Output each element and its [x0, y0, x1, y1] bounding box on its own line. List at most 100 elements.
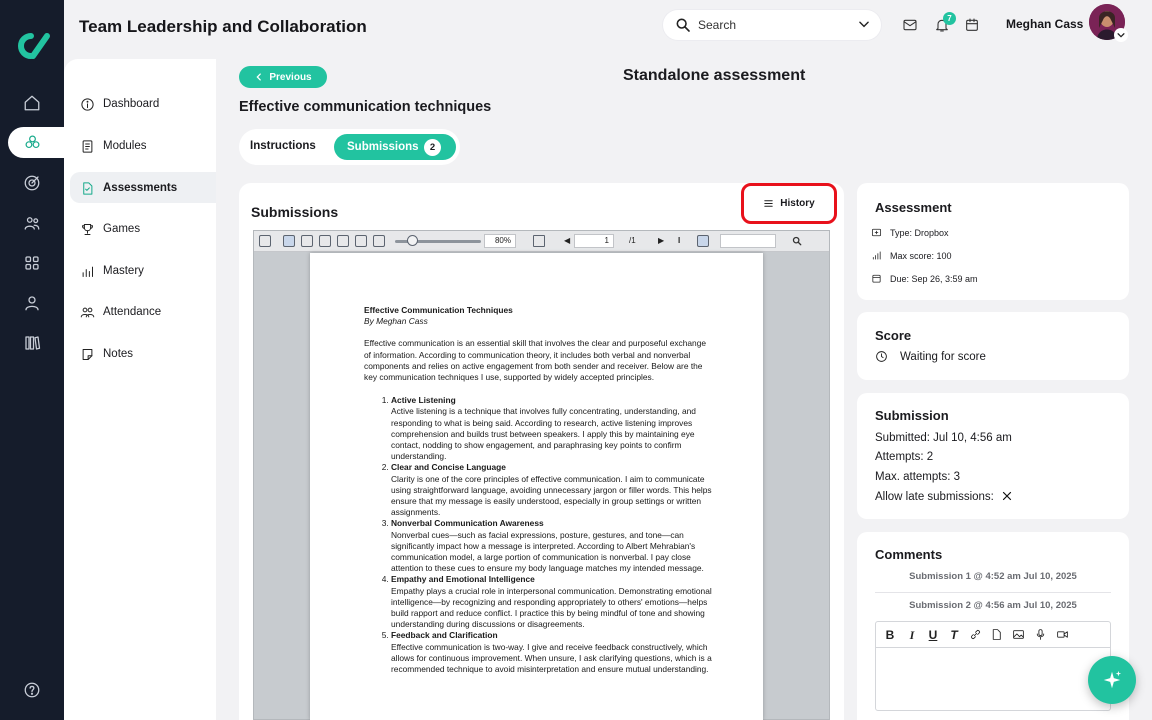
bar-chart-icon [82, 266, 93, 277]
sidebar-item-mastery[interactable]: Mastery [80, 259, 230, 283]
fit-page-icon[interactable] [355, 235, 367, 247]
sidebar-item-label: Assessments [103, 182, 178, 194]
document-intro: Effective communication is an essential … [364, 338, 707, 383]
two-page-icon[interactable] [301, 235, 313, 247]
viewer-search-icon[interactable] [792, 236, 802, 246]
score-status: Waiting for score [875, 350, 986, 363]
prev-page-icon[interactable]: ◀ [564, 236, 570, 245]
submissions-count-badge: 2 [424, 139, 441, 156]
print-icon[interactable] [259, 235, 271, 247]
link-icon[interactable] [968, 628, 982, 642]
score-card: Score Waiting for score [857, 312, 1129, 380]
previous-button[interactable]: Previous [239, 66, 327, 88]
profile-icon[interactable] [20, 291, 44, 315]
score-card-title: Score [875, 328, 912, 343]
underline-icon[interactable]: U [926, 628, 940, 642]
history-label: History [780, 198, 815, 209]
tab-submissions-label: Submissions [347, 141, 419, 153]
assessment-card-title: Assessment [875, 200, 952, 215]
document-title: Effective Communication Techniques [364, 305, 513, 315]
comments-card-title: Comments [875, 547, 943, 562]
sparkle-icon [1103, 670, 1122, 689]
submission-card: Submission Submitted: Jul 10, 4:56 am At… [857, 393, 1129, 519]
page-total: /1 [629, 236, 636, 245]
fit-width-icon[interactable] [337, 235, 349, 247]
calendar-icon[interactable] [964, 17, 980, 33]
video-icon[interactable] [1055, 628, 1069, 642]
hand-tool-icon[interactable] [697, 235, 709, 247]
attempts: Attempts: 2 [875, 451, 934, 463]
clock-icon [876, 351, 887, 362]
sidebar-item-modules[interactable]: Modules [80, 134, 230, 158]
grid-icon[interactable] [20, 251, 44, 275]
user-name[interactable]: Meghan Cass [1006, 17, 1083, 31]
sidebar-item-games[interactable]: Games [80, 217, 230, 241]
ai-assistant-button[interactable] [1088, 656, 1136, 704]
max-attempts: Max. attempts: 3 [875, 471, 961, 483]
assessment-card: Assessment Type: Dropbox Max score: 100 … [857, 183, 1129, 300]
single-page-icon[interactable] [283, 235, 295, 247]
bold-icon[interactable]: B [883, 628, 897, 642]
help-icon[interactable] [20, 678, 44, 702]
tab-submissions[interactable]: Submissions 2 [334, 134, 456, 160]
app-logo[interactable] [11, 30, 53, 62]
technique-list: Active ListeningActive listening is a te… [364, 395, 714, 675]
list-item: Clear and Concise LanguageClarity is one… [391, 462, 714, 518]
next-page-icon[interactable]: ▶ [658, 236, 664, 245]
viewer-search-input[interactable] [720, 234, 776, 248]
submitted-date: Submitted: Jul 10, 4:56 am [875, 432, 1012, 444]
people-icon [80, 307, 95, 317]
page-number-input[interactable]: 1 [574, 234, 614, 248]
comment-submission-1[interactable]: Submission 1 @ 4:52 am Jul 10, 2025 [857, 571, 1129, 582]
account-chevron-icon[interactable] [1114, 28, 1128, 42]
app-rail [0, 0, 66, 720]
document-icon [83, 181, 93, 195]
microphone-icon[interactable] [1033, 628, 1047, 642]
italic-icon[interactable]: I [905, 628, 919, 642]
submissions-heading: Submissions [251, 204, 339, 220]
courses-icon [25, 135, 40, 149]
thumbnails-icon[interactable] [319, 235, 331, 247]
comments-card: Comments Submission 1 @ 4:52 am Jul 10, … [857, 532, 1129, 720]
download-icon[interactable] [373, 235, 385, 247]
library-icon[interactable] [20, 331, 44, 355]
target-icon[interactable] [20, 171, 44, 195]
image-icon[interactable] [1011, 628, 1025, 642]
info-circle-icon [81, 97, 94, 111]
tab-instructions[interactable]: Instructions [250, 140, 316, 152]
assessment-due: Due: Sep 26, 3:59 am [871, 273, 978, 284]
document-content: Effective Communication Techniques By Me… [364, 305, 714, 675]
text-select-icon[interactable]: I [678, 236, 680, 245]
dropbox-icon [871, 228, 882, 237]
menu-icon [764, 200, 773, 207]
course-sidebar [64, 59, 216, 720]
submission-card-title: Submission [875, 408, 949, 423]
chevron-down-icon[interactable] [857, 17, 871, 31]
comment-submission-2[interactable]: Submission 2 @ 4:56 am Jul 10, 2025 [857, 600, 1129, 611]
zoom-slider-handle[interactable] [407, 235, 418, 246]
sidebar-item-label: Modules [103, 140, 147, 152]
divider [875, 592, 1111, 593]
file-icon[interactable] [989, 628, 1003, 642]
sidebar-item-attendance[interactable]: Attendance [80, 300, 230, 324]
previous-label: Previous [269, 71, 312, 83]
history-button[interactable]: History [741, 183, 837, 224]
home-icon[interactable] [20, 91, 44, 115]
zoom-level[interactable]: 80% [484, 234, 516, 248]
search-box[interactable]: Search [663, 10, 881, 40]
sidebar-item-notes[interactable]: Notes [80, 342, 230, 366]
viewer-toolbar: 80% ◀ 1 /1 ▶ I [254, 231, 829, 252]
sidebar-item-assessments[interactable]: Assessments [80, 176, 230, 200]
list-item: Empathy and Emotional IntelligenceEmpath… [391, 574, 714, 630]
comment-editor[interactable]: B I U T [875, 621, 1111, 711]
clear-format-icon[interactable]: T [947, 628, 961, 642]
sidebar-item-dashboard[interactable]: Dashboard [80, 92, 230, 116]
sidebar-item-label: Games [103, 223, 141, 235]
mail-icon[interactable] [902, 17, 918, 33]
list-item: Feedback and ClarificationEffective comm… [391, 630, 714, 675]
groups-icon[interactable] [20, 211, 44, 235]
presentation-icon[interactable] [533, 235, 545, 247]
assessment-max-score: Max score: 100 [871, 250, 952, 261]
rail-courses-tab[interactable] [8, 127, 66, 158]
document-byline: By Meghan Cass [364, 316, 428, 327]
